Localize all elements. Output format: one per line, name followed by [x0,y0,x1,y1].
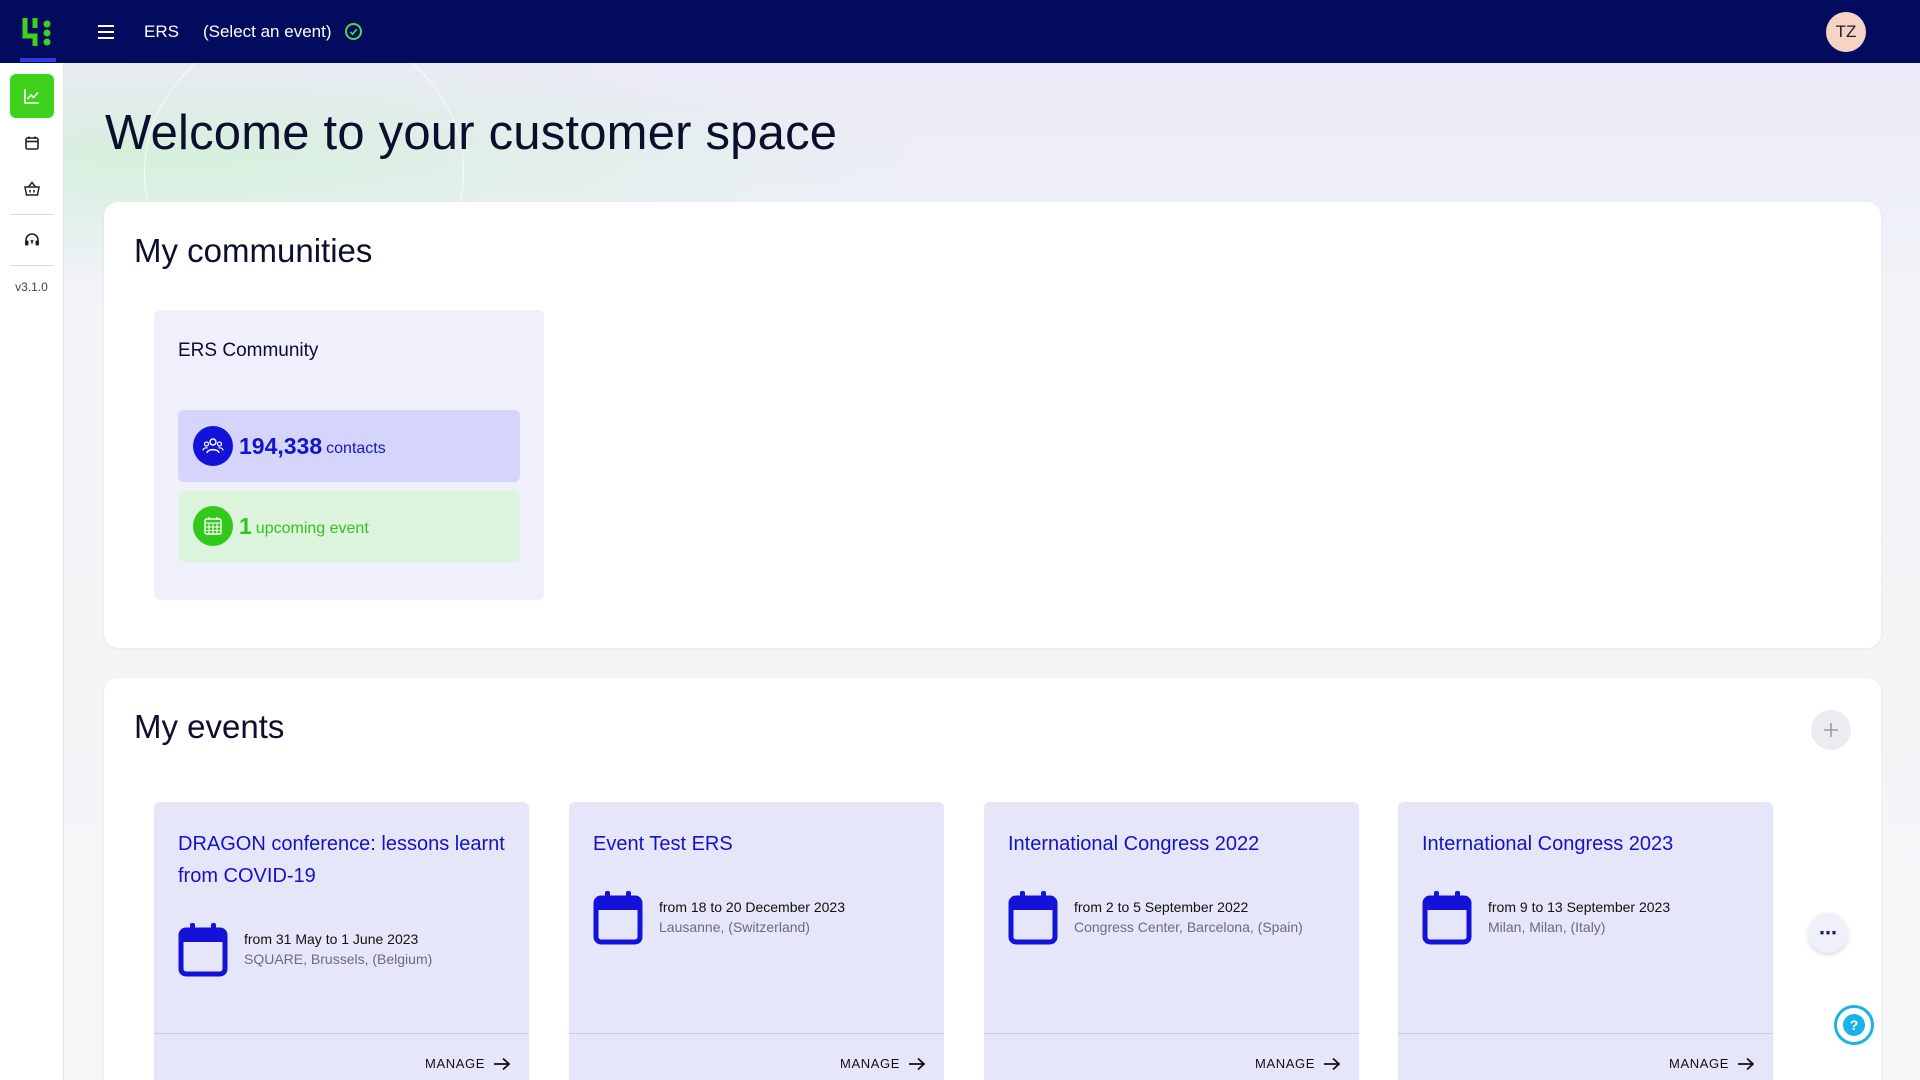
events-title: My events [134,708,285,745]
community-name: ERS Community [178,340,319,361]
manage-label: MANAGE [425,1056,485,1071]
arrow-right-icon [1738,1057,1755,1070]
calendar-icon [593,891,643,945]
sidebar-item-shop[interactable] [8,166,56,212]
page-title: Welcome to your customer space [105,105,837,161]
calendar-icon [1422,891,1472,945]
event-footer: MANAGE [984,1033,1359,1080]
more-icon: ⋯ [1819,922,1837,943]
manage-label: MANAGE [840,1056,900,1071]
question-icon: ? [1843,1014,1865,1036]
event-title[interactable]: International Congress 2023 [1422,828,1762,860]
upcoming-events-stat[interactable]: 1 upcoming event [178,490,520,562]
calendar-icon [1008,891,1058,945]
event-card[interactable]: International Congress 2022 from 2 to 5 … [984,802,1359,1080]
manage-button[interactable]: MANAGE [425,1056,511,1071]
check-circle-icon [345,23,363,40]
organization-name: ERS [144,21,179,41]
menu-icon[interactable] [98,24,114,39]
event-selector-label: (Select an event) [202,21,332,41]
main-content: Welcome to your customer space My commun… [64,63,1920,1080]
chart-icon [23,89,39,104]
plus-icon [1824,723,1838,737]
contacts-count: 194,338 [239,432,323,459]
sidebar: v3.1.0 [0,63,64,1080]
sidebar-item-support[interactable] [8,217,56,263]
event-selector[interactable]: (Select an event) [203,22,363,42]
event-meta: from 31 May to 1 June 2023 SQUARE, Bruss… [178,922,432,978]
calendar-icon [178,923,228,977]
community-card[interactable]: ERS Community 194,338 contacts 1 upcomin… [154,310,544,600]
event-footer: MANAGE [1398,1033,1773,1080]
event-footer: MANAGE [154,1033,529,1080]
support-headset-icon [24,233,39,246]
event-dates: from 18 to 20 December 2023 [659,899,845,915]
top-bar: ERS (Select an event) TZ [0,0,1920,63]
arrow-right-icon [909,1057,926,1070]
event-card[interactable]: Event Test ERS from 18 to 20 December 20… [569,802,944,1080]
contacts-icon [193,426,233,466]
calendar-icon [24,136,39,150]
event-meta: from 2 to 5 September 2022 Congress Cent… [1008,890,1303,946]
event-meta: from 9 to 13 September 2023 Milan, Milan… [1422,890,1670,946]
upcoming-label: upcoming event [255,519,369,537]
manage-button[interactable]: MANAGE [1255,1056,1341,1071]
sidebar-divider [9,214,54,215]
contacts-stat[interactable]: 194,338 contacts [178,410,520,482]
communities-title: My communities [134,232,373,269]
user-avatar[interactable]: TZ [1826,12,1866,52]
event-card[interactable]: International Congress 2023 from 9 to 13… [1398,802,1773,1080]
add-event-button[interactable] [1811,710,1851,750]
help-button[interactable]: ? [1834,1005,1874,1045]
event-dates: from 31 May to 1 June 2023 [244,931,419,947]
event-card[interactable]: DRAGON conference: lessons learnt from C… [154,802,529,1080]
event-title[interactable]: Event Test ERS [593,828,933,860]
manage-label: MANAGE [1669,1056,1729,1071]
events-panel: My events DRAGON conference: lessons lea… [104,678,1881,1080]
communities-panel: My communities ERS Community 194,338 con… [104,202,1881,648]
basket-icon [23,181,40,196]
manage-label: MANAGE [1255,1056,1315,1071]
grid-calendar-icon [193,506,233,546]
sidebar-item-events[interactable] [8,120,56,166]
event-title[interactable]: DRAGON conference: lessons learnt from C… [178,828,518,892]
app-logo[interactable] [20,14,56,62]
manage-button[interactable]: MANAGE [840,1056,926,1071]
event-dates: from 2 to 5 September 2022 [1074,899,1249,915]
event-footer: MANAGE [569,1033,944,1080]
event-location: Lausanne, (Switzerland) [659,919,810,935]
page-title-prefix: Welcome to your [105,106,475,160]
manage-button[interactable]: MANAGE [1669,1056,1755,1071]
event-location: Congress Center, Barcelona, (Spain) [1074,919,1303,935]
app-version: v3.1.0 [15,280,48,294]
event-location: SQUARE, Brussels, (Belgium) [244,951,433,967]
sidebar-divider [9,265,54,266]
event-location: Milan, Milan, (Italy) [1488,919,1606,935]
event-dates: from 9 to 13 September 2023 [1488,899,1671,915]
arrow-right-icon [1324,1057,1341,1070]
contacts-label: contacts [326,439,386,457]
arrow-right-icon [494,1057,511,1070]
sidebar-item-dashboard[interactable] [9,74,54,118]
page-title-emphasis: customer space [488,106,838,160]
event-meta: from 18 to 20 December 2023 Lausanne, (S… [593,890,845,946]
upcoming-count: 1 [239,512,252,539]
event-title[interactable]: International Congress 2022 [1008,828,1348,860]
more-options-button[interactable]: ⋯ [1808,913,1848,953]
